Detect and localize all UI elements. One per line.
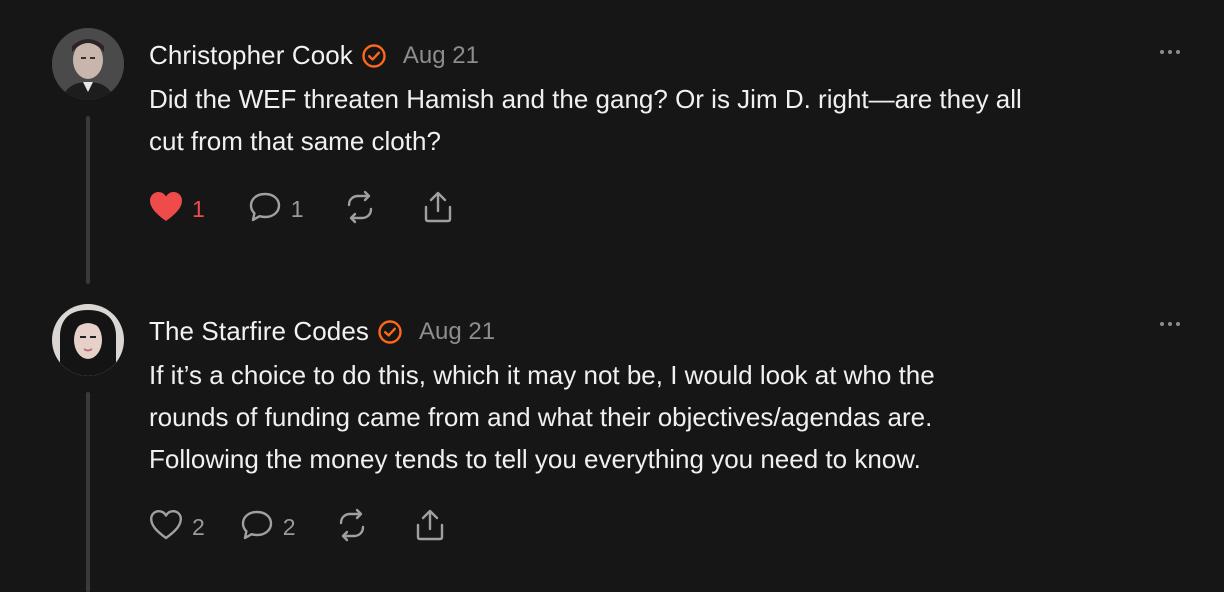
comment-bubble-icon bbox=[239, 508, 275, 547]
comment-text-line: Following the money tends to tell you ev… bbox=[149, 444, 921, 474]
restack-icon bbox=[342, 190, 378, 229]
comment-body: Did the WEF threaten Hamish and the gang… bbox=[149, 78, 1189, 162]
comment-actions: 1 1 bbox=[148, 190, 486, 229]
comment-text-line: Did the WEF threaten Hamish and the gang… bbox=[149, 84, 1022, 114]
like-button[interactable]: 2 bbox=[148, 508, 205, 547]
share-button[interactable] bbox=[412, 508, 448, 547]
verified-check-icon bbox=[361, 43, 387, 69]
comment-actions: 2 2 bbox=[148, 508, 478, 547]
author-name[interactable]: The Starfire Codes bbox=[149, 316, 369, 347]
like-count: 2 bbox=[192, 514, 205, 540]
author-name[interactable]: Christopher Cook bbox=[149, 40, 353, 71]
comment-text-line: rounds of funding came from and what the… bbox=[149, 402, 933, 432]
avatar-image bbox=[52, 28, 124, 100]
reply-count: 1 bbox=[290, 196, 304, 222]
heart-outline-icon bbox=[148, 508, 184, 547]
comment-header: Christopher Cook Aug 21 bbox=[149, 40, 479, 71]
restack-button[interactable] bbox=[342, 190, 378, 229]
heart-filled-icon bbox=[148, 190, 184, 229]
comment-header: The Starfire Codes Aug 21 bbox=[149, 316, 495, 347]
more-options-icon[interactable] bbox=[1160, 50, 1180, 54]
comment-date[interactable]: Aug 21 bbox=[403, 42, 479, 70]
share-button[interactable] bbox=[420, 190, 456, 229]
verified-check-icon bbox=[377, 319, 403, 345]
comment-text-line: cut from that same cloth? bbox=[149, 126, 441, 156]
restack-icon bbox=[334, 508, 370, 547]
reply-count: 2 bbox=[282, 514, 296, 540]
comment-body: If it’s a choice to do this, which it ma… bbox=[149, 354, 1189, 480]
thread-line bbox=[86, 116, 90, 284]
comment-text-line: If it’s a choice to do this, which it ma… bbox=[149, 360, 935, 390]
restack-button[interactable] bbox=[334, 508, 370, 547]
avatar[interactable] bbox=[52, 304, 124, 376]
avatar-image bbox=[52, 304, 124, 376]
comment-date[interactable]: Aug 21 bbox=[419, 318, 495, 346]
reply-button[interactable]: 2 bbox=[239, 508, 296, 547]
comment-bubble-icon bbox=[247, 190, 283, 229]
thread-line bbox=[86, 392, 90, 592]
share-icon bbox=[412, 508, 448, 547]
avatar[interactable] bbox=[52, 28, 124, 100]
like-count: 1 bbox=[192, 196, 205, 222]
reply-button[interactable]: 1 bbox=[247, 190, 304, 229]
share-icon bbox=[420, 190, 456, 229]
like-button[interactable]: 1 bbox=[148, 190, 205, 229]
more-options-icon[interactable] bbox=[1160, 322, 1180, 326]
